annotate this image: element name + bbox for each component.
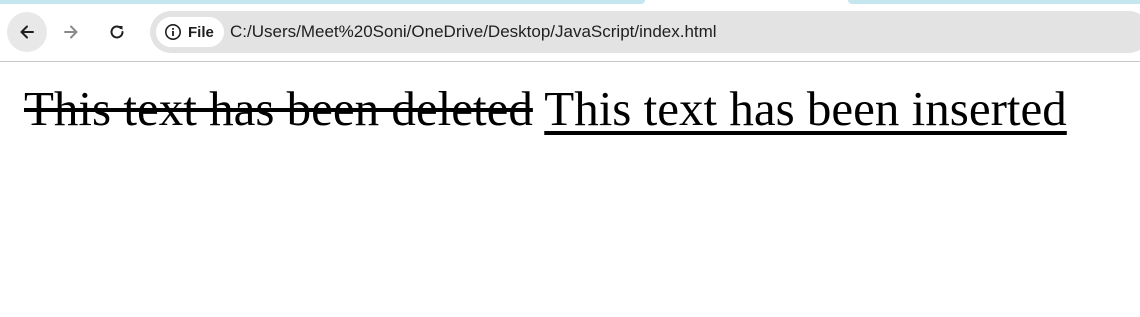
deleted-text: This text has been deleted bbox=[24, 81, 533, 136]
reload-icon bbox=[110, 25, 124, 39]
arrow-left-icon bbox=[20, 25, 34, 39]
arrow-right-icon bbox=[64, 25, 78, 39]
info-icon bbox=[165, 24, 181, 40]
inserted-text: This text has been inserted bbox=[544, 81, 1067, 136]
browser-toolbar: File C:/Users/Meet%20Soni/OneDrive/Deskt… bbox=[0, 4, 1140, 62]
url-text[interactable]: C:/Users/Meet%20Soni/OneDrive/Desktop/Ja… bbox=[230, 22, 717, 42]
page-content: This text has been deleted This text has… bbox=[24, 82, 1067, 136]
forward-button[interactable] bbox=[51, 12, 91, 52]
site-chip-label: File bbox=[188, 23, 214, 41]
reload-button[interactable] bbox=[97, 12, 137, 52]
address-bar[interactable]: File C:/Users/Meet%20Soni/OneDrive/Deskt… bbox=[150, 11, 1140, 53]
back-button[interactable] bbox=[7, 12, 47, 52]
site-info-chip[interactable]: File bbox=[156, 17, 224, 47]
